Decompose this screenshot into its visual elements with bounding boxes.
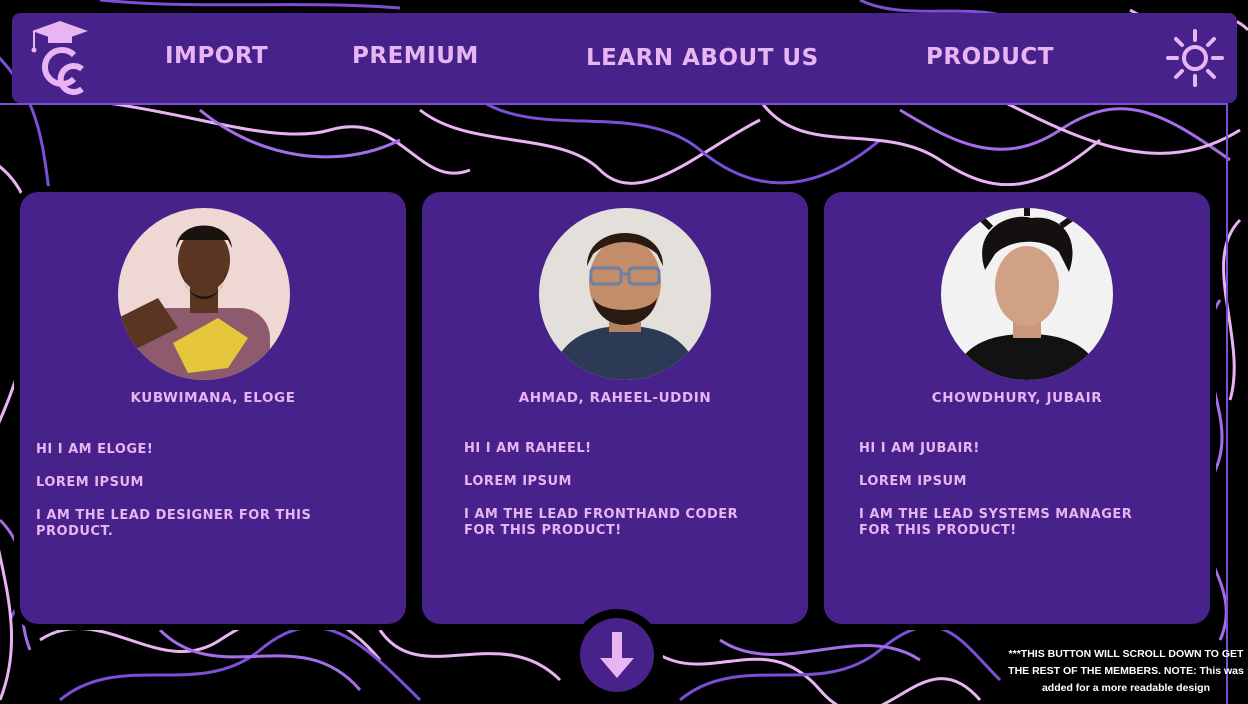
member-name: AHMAD, RAHEEL-UDDIN bbox=[518, 390, 712, 406]
avatar bbox=[941, 208, 1113, 380]
member-lorem: LOREM IPSUM bbox=[859, 474, 967, 489]
scroll-down-button-face[interactable] bbox=[580, 618, 654, 692]
frame-line-top bbox=[0, 103, 1228, 105]
member-card: AHMAD, RAHEEL-UDDIN HI I AM RAHEEL! LORE… bbox=[422, 192, 808, 624]
graduation-cap-cc-logo[interactable] bbox=[30, 19, 90, 97]
frame-line-right bbox=[1226, 103, 1228, 704]
arrow-down-icon bbox=[600, 632, 634, 678]
member-role: I AM THE LEAD FRONTHAND CODER FOR THIS P… bbox=[464, 507, 739, 538]
member-greeting: HI I AM JUBAIR! bbox=[859, 441, 980, 456]
scroll-note: ***THIS BUTTON WILL SCROLL DOWN TO GET T… bbox=[1008, 648, 1244, 694]
member-greeting: HI I AM ELOGE! bbox=[36, 442, 154, 457]
avatar bbox=[539, 208, 711, 380]
nav-premium[interactable]: PREMIUM bbox=[352, 43, 479, 69]
nav-product[interactable]: PRODUCT bbox=[926, 44, 1054, 70]
member-lorem: LOREM IPSUM bbox=[464, 474, 572, 489]
member-role: I AM THE LEAD SYSTEMS MANAGER FOR THIS P… bbox=[859, 507, 1133, 538]
sun-icon[interactable] bbox=[1166, 29, 1224, 87]
top-navbar: IMPORT PREMIUM LEARN ABOUT US PRODUCT bbox=[12, 13, 1237, 103]
avatar bbox=[118, 208, 290, 380]
member-card: KUBWIMANA, ELOGE HI I AM ELOGE! LOREM IP… bbox=[20, 192, 406, 624]
member-name: KUBWIMANA, ELOGE bbox=[130, 390, 296, 406]
member-card: CHOWDHURY, JUBAIR HI I AM JUBAIR! LOREM … bbox=[824, 192, 1210, 624]
nav-learn-about-us[interactable]: LEARN ABOUT US bbox=[586, 45, 819, 71]
member-greeting: HI I AM RAHEEL! bbox=[464, 441, 592, 456]
scroll-down-button[interactable] bbox=[571, 609, 663, 701]
nav-import[interactable]: IMPORT bbox=[165, 43, 268, 69]
member-lorem: LOREM IPSUM bbox=[36, 475, 144, 490]
member-name: CHOWDHURY, JUBAIR bbox=[931, 390, 1103, 406]
member-role: I AM THE LEAD DESIGNER FOR THIS PRODUCT. bbox=[36, 508, 312, 539]
